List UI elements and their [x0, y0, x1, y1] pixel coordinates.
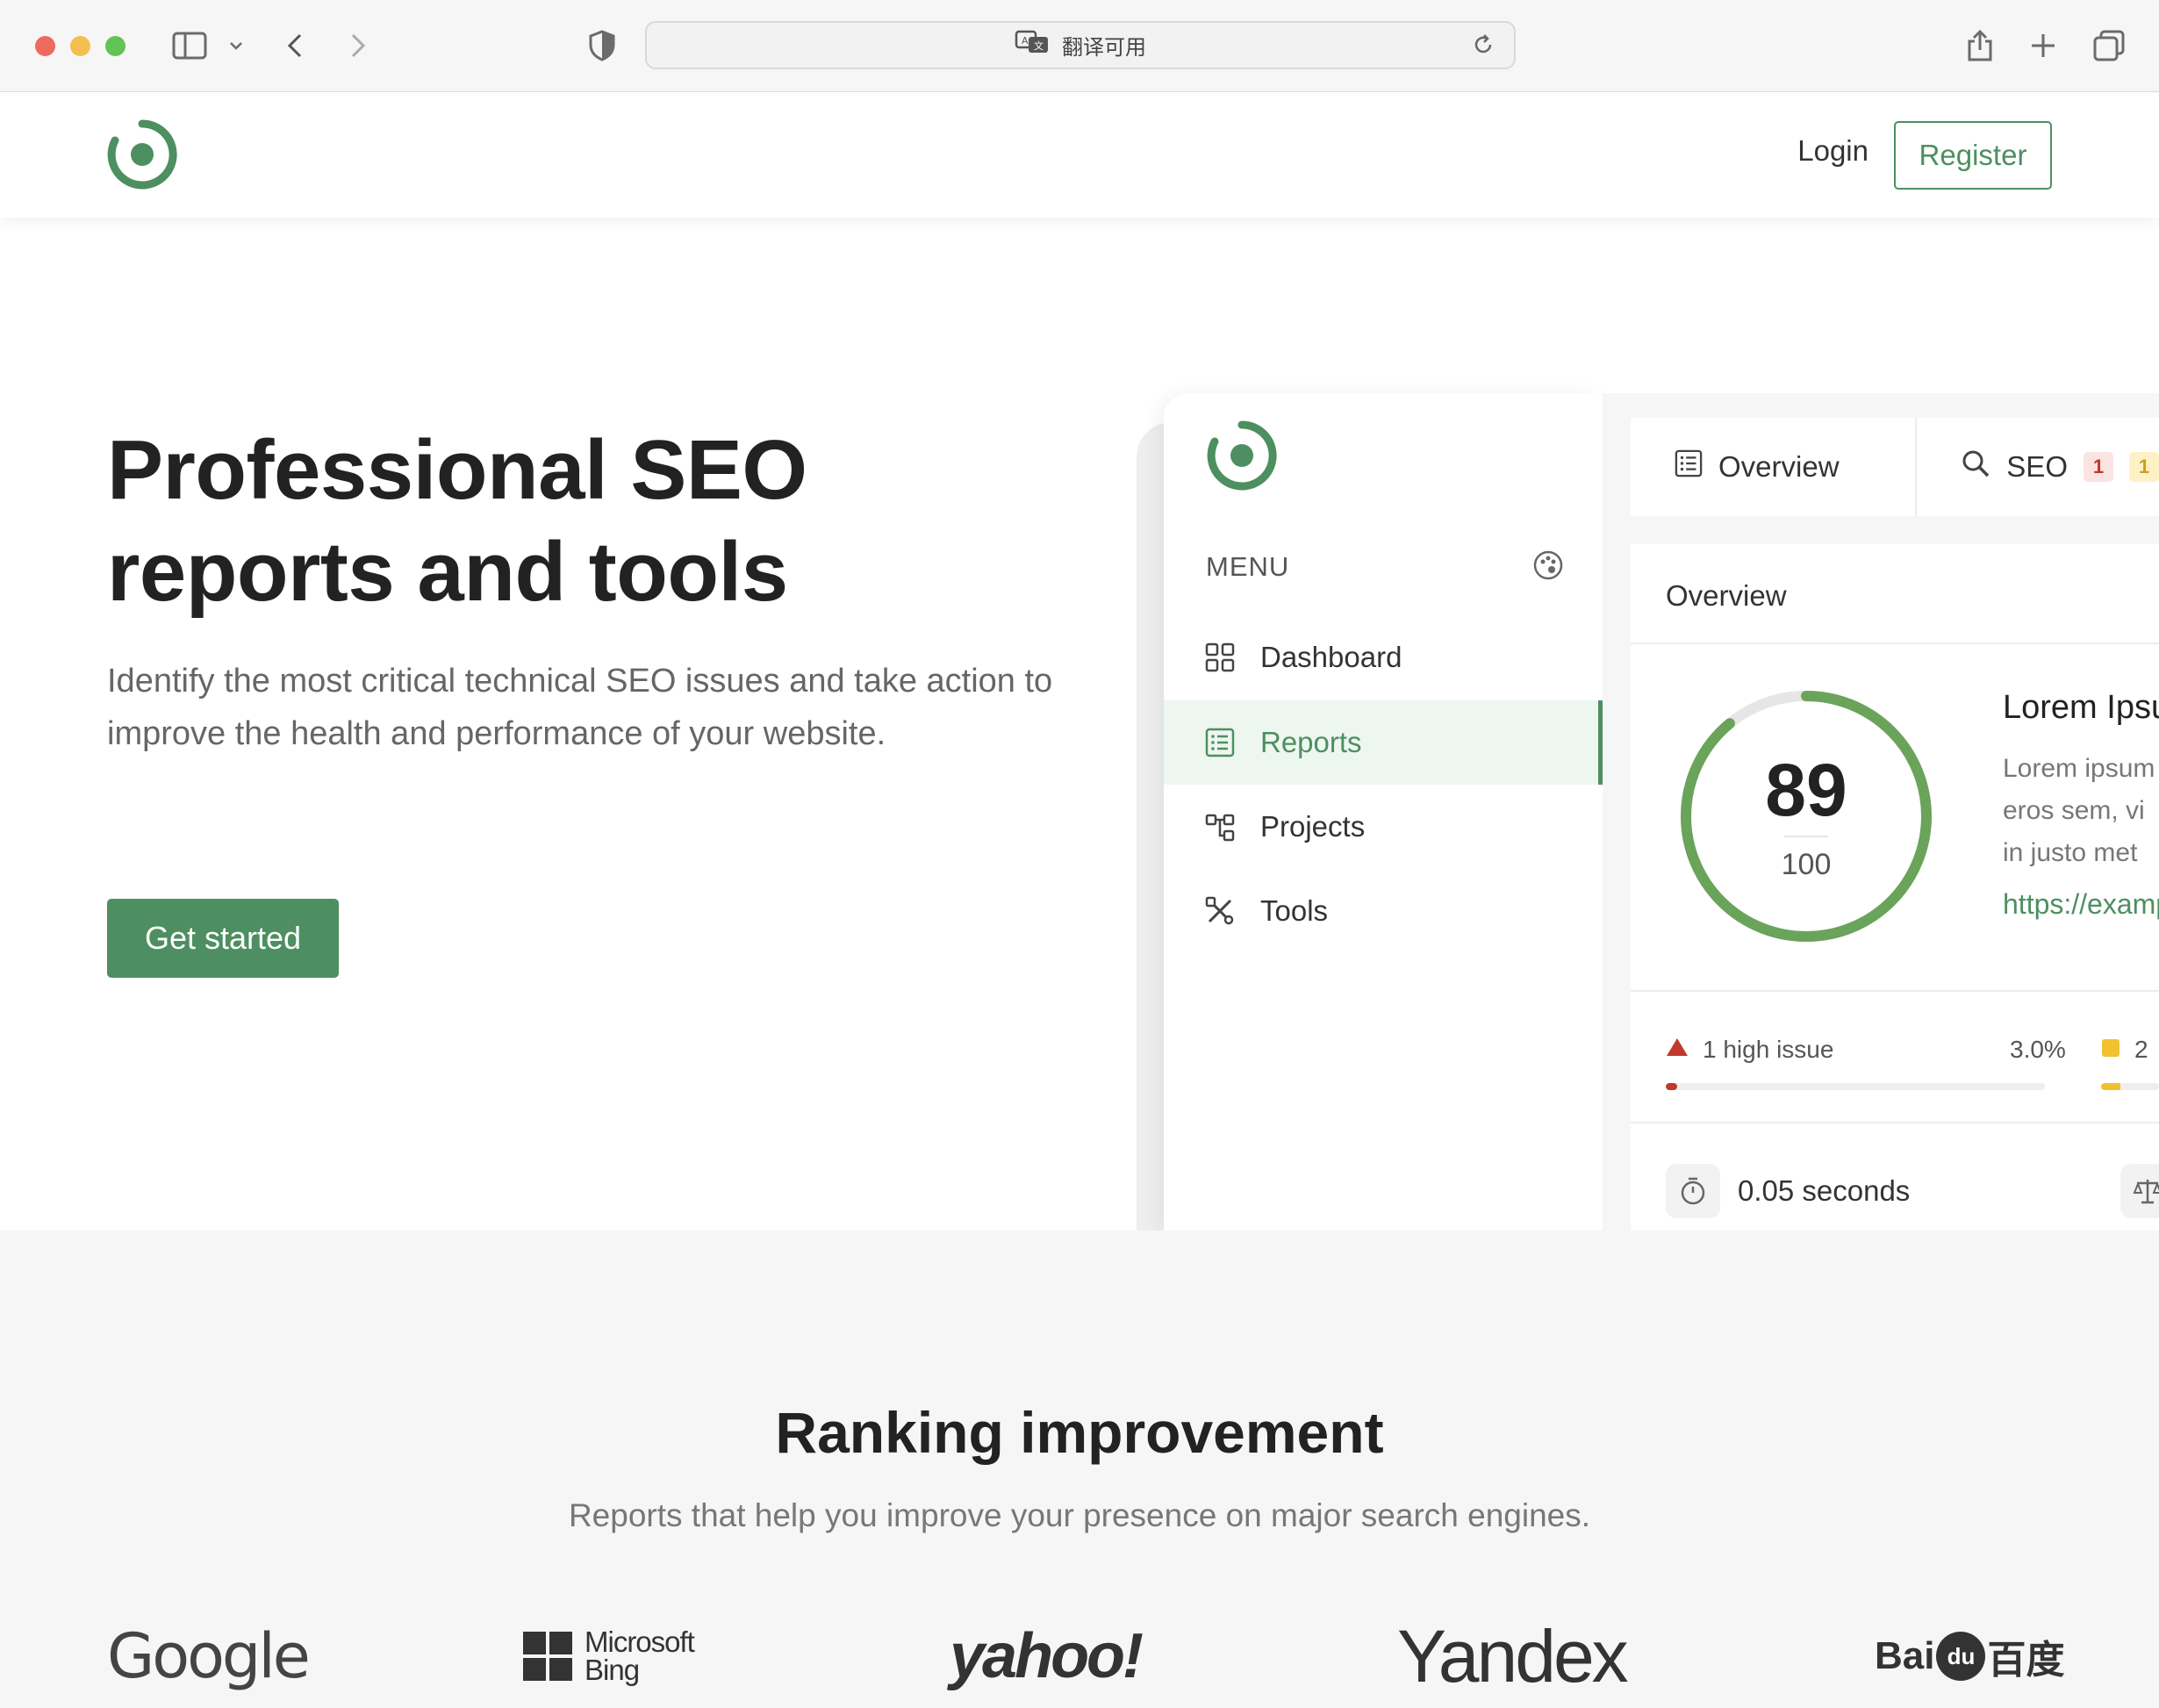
dashboard-tabs: Overview SEO 1 1: [1631, 418, 2159, 516]
address-bar[interactable]: A文 翻译可用: [645, 21, 1516, 69]
tab-seo[interactable]: SEO 1 1: [1917, 418, 2159, 516]
medium-square-icon: [2101, 1036, 2120, 1064]
dashboard-logo-icon: [1206, 420, 1278, 496]
sidebar-item-reports[interactable]: Reports: [1164, 700, 1603, 785]
load-time-row: 0.05 seconds: [1666, 1164, 1910, 1218]
overview-card: Overview 89 100 Lorem Ipsum Lorem ipsum …: [1631, 544, 2159, 1231]
close-window-button[interactable]: [35, 36, 55, 56]
browser-toolbar: A文 翻译可用: [0, 0, 2159, 92]
baidu-chinese: 百度: [1987, 1639, 2065, 1682]
menu-label: MENU: [1206, 551, 1290, 582]
description-line: Lorem ipsum: [2003, 754, 2155, 783]
high-issue-label: 1 high issue: [1703, 1036, 1834, 1063]
sidebar-toggle-icon[interactable]: [169, 25, 211, 67]
zoom-window-button[interactable]: [105, 36, 126, 56]
ranking-section: Ranking improvement Reports that help yo…: [0, 1231, 2159, 1708]
paw-icon: du: [1936, 1632, 1986, 1681]
hero-title: Professional SEO reports and tools: [107, 423, 807, 619]
description-line: in justo met: [2003, 838, 2138, 867]
divider: [1784, 836, 1828, 837]
register-button[interactable]: Register: [1894, 121, 2052, 190]
bing-line: Microsoft: [585, 1625, 695, 1658]
high-issue-item[interactable]: 1 high issue: [1666, 1036, 1833, 1064]
medium-issue-item[interactable]: 2: [2101, 1036, 2148, 1064]
site-description: Lorem ipsum eros sem, vi in justo met: [2003, 748, 2159, 874]
sitemap-icon: [1204, 811, 1236, 843]
forward-arrow-icon[interactable]: [342, 25, 374, 67]
site-logo-icon[interactable]: [106, 118, 178, 195]
site-title: Lorem Ipsum: [2003, 689, 2159, 726]
stopwatch-icon: [1666, 1164, 1720, 1218]
microsoft-bing-logo: Microsoft Bing: [523, 1617, 695, 1696]
tab-overview-icon[interactable]: [2089, 25, 2129, 67]
new-tab-icon[interactable]: [2024, 25, 2062, 67]
site-header: Login Register: [0, 92, 2159, 218]
tab-overview[interactable]: Overview: [1631, 418, 1918, 516]
svg-text:A: A: [1022, 35, 1029, 47]
tools-icon: [1204, 895, 1236, 927]
google-logo: Google: [107, 1620, 311, 1692]
back-arrow-icon[interactable]: [279, 25, 311, 67]
yandex-logo: Yandex: [1397, 1614, 1629, 1697]
divider: [1631, 642, 2159, 644]
sidebar-item-dashboard[interactable]: Dashboard: [1164, 615, 1603, 700]
divider: [1631, 990, 2159, 992]
medium-issue-label: 2: [2134, 1036, 2148, 1063]
site-url-link[interactable]: https://example: [2003, 888, 2159, 921]
card-title: Overview: [1666, 579, 1787, 612]
issues-row: 1 high issue 3.0% 2: [1666, 1036, 2157, 1071]
balance-scale-icon: [2120, 1164, 2159, 1218]
bing-wordmark: Microsoft Bing: [585, 1625, 695, 1686]
high-issue-percent: 3.0%: [2010, 1036, 2066, 1063]
hero-section: Professional SEO reports and tools Ident…: [0, 218, 2159, 1231]
privacy-shield-icon[interactable]: [585, 25, 620, 67]
sidebar-item-label: Projects: [1260, 810, 1366, 843]
minimize-window-button[interactable]: [70, 36, 90, 56]
dashboard-main: Overview SEO 1 1 Overview 89 100 Lorem I…: [1603, 393, 2159, 1231]
divider: [1631, 1122, 2159, 1123]
theme-palette-icon[interactable]: [1532, 549, 1564, 585]
score-max: 100: [1781, 848, 1832, 881]
reload-icon[interactable]: [1472, 33, 1495, 62]
bing-line: Bing: [585, 1654, 640, 1686]
sidebar-item-label: Tools: [1260, 894, 1329, 927]
description-line: eros sem, vi: [2003, 796, 2145, 825]
search-icon: [1961, 449, 1990, 485]
yahoo-logo: yahoo!: [950, 1621, 1144, 1691]
sidebar-item-projects[interactable]: Projects: [1164, 785, 1603, 869]
dashboard-sidebar: MENU Dashboard Reports Projects Tools: [1164, 393, 1603, 1231]
get-started-button[interactable]: Get started: [107, 899, 339, 978]
sidebar-item-label: Reports: [1260, 726, 1362, 758]
high-issue-bar: [1666, 1083, 2045, 1090]
login-link[interactable]: Login: [1797, 134, 1869, 168]
baidu-wordmark: Bai: [1875, 1634, 1935, 1677]
report-icon: [1204, 727, 1236, 758]
baidu-logo: Bai du 百度: [1875, 1617, 2064, 1696]
load-time-value: 0.05 seconds: [1738, 1174, 1911, 1207]
windows-squares-icon: [523, 1632, 572, 1681]
medium-issue-badge: 1: [2129, 452, 2159, 482]
medium-issue-bar: [2101, 1083, 2159, 1090]
ranking-title: Ranking improvement: [775, 1400, 1384, 1465]
tab-label: SEO: [2006, 450, 2068, 483]
share-icon[interactable]: [1961, 25, 1999, 67]
high-issue-badge: 1: [2084, 452, 2113, 482]
address-text: 翻译可用: [1062, 36, 1146, 60]
grid-icon: [1204, 642, 1236, 673]
warning-triangle-icon: [1666, 1036, 1689, 1064]
score-value: 89: [1765, 749, 1847, 831]
high-issue-bar-fill: [1666, 1083, 1677, 1090]
score-gauge: 89 100: [1675, 685, 1938, 948]
svg-text:文: 文: [1034, 39, 1044, 52]
hero-lead: Identify the most critical technical SEO…: [107, 663, 1053, 752]
report-icon: [1675, 449, 1703, 484]
ranking-subtitle: Reports that help you improve your prese…: [568, 1497, 1591, 1533]
sidebar-item-label: Dashboard: [1260, 641, 1402, 673]
chevron-down-icon[interactable]: [225, 25, 247, 67]
sidebar-item-tools[interactable]: Tools: [1164, 869, 1603, 953]
translate-icon: A文: [1015, 30, 1050, 61]
medium-issue-bar-fill: [2101, 1083, 2120, 1090]
tab-label: Overview: [1718, 450, 1840, 483]
